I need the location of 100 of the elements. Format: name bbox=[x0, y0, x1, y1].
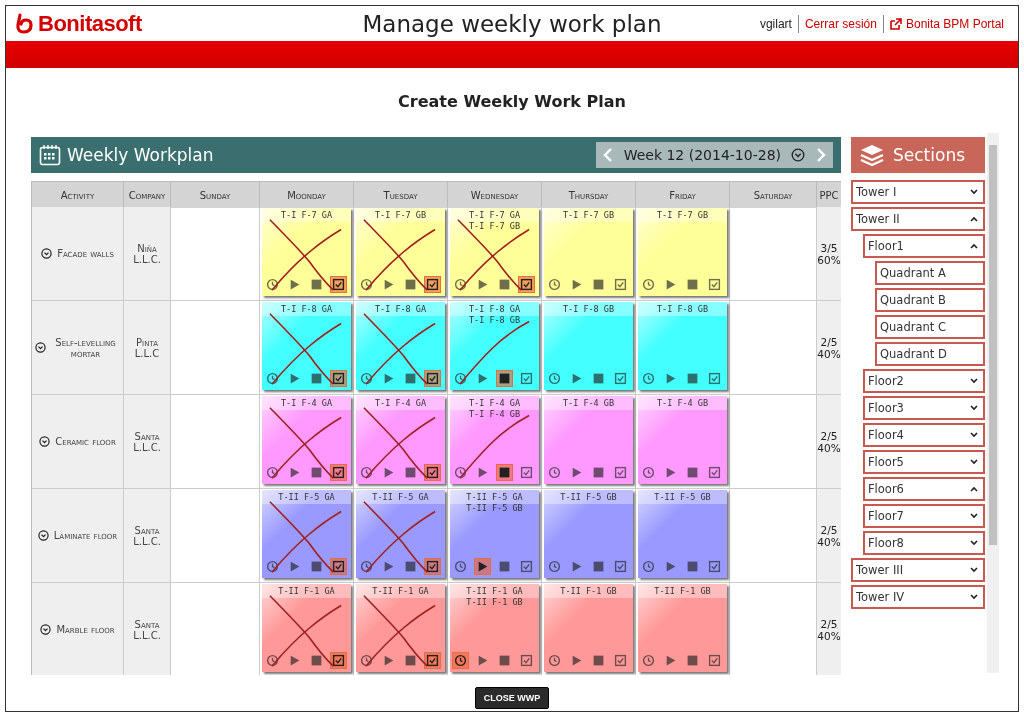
check-icon[interactable] bbox=[424, 652, 441, 669]
clock-icon[interactable] bbox=[264, 652, 281, 669]
stop-icon[interactable] bbox=[496, 464, 513, 481]
close-button[interactable]: CLOSE WWP bbox=[474, 687, 550, 709]
clock-icon[interactable] bbox=[358, 652, 375, 669]
sticky-note[interactable]: T-I F-7 GB bbox=[356, 208, 445, 296]
check-icon[interactable] bbox=[518, 370, 535, 387]
section-item[interactable]: Floor4 bbox=[863, 423, 985, 447]
sticky-note[interactable]: T-II F-5 GA bbox=[356, 490, 445, 578]
check-icon[interactable] bbox=[706, 652, 723, 669]
clock-icon[interactable] bbox=[452, 464, 469, 481]
sticky-note[interactable]: T-II F-1 GA bbox=[262, 584, 351, 672]
sticky-note[interactable]: T-II F-5 GB bbox=[544, 490, 633, 578]
section-item[interactable]: Quadrant D bbox=[875, 342, 985, 366]
clock-icon[interactable] bbox=[640, 276, 657, 293]
expand-icon[interactable] bbox=[40, 624, 52, 635]
check-icon[interactable] bbox=[330, 558, 347, 575]
section-item[interactable]: Floor7 bbox=[863, 504, 985, 528]
clock-icon[interactable] bbox=[546, 276, 563, 293]
clock-icon[interactable] bbox=[640, 652, 657, 669]
section-item[interactable]: Quadrant A bbox=[875, 261, 985, 285]
clock-icon[interactable] bbox=[640, 558, 657, 575]
scrollbar[interactable] bbox=[987, 133, 999, 673]
clock-icon[interactable] bbox=[264, 370, 281, 387]
clock-icon[interactable] bbox=[640, 464, 657, 481]
check-icon[interactable] bbox=[424, 276, 441, 293]
clock-icon[interactable] bbox=[452, 558, 469, 575]
section-item[interactable]: Tower IV bbox=[851, 585, 985, 609]
check-icon[interactable] bbox=[612, 370, 629, 387]
sticky-note[interactable]: T-I F-8 GB bbox=[638, 302, 727, 390]
check-icon[interactable] bbox=[612, 276, 629, 293]
section-item[interactable]: Floor8 bbox=[863, 531, 985, 555]
section-item[interactable]: Floor6 bbox=[863, 477, 985, 501]
check-icon[interactable] bbox=[706, 370, 723, 387]
clock-icon[interactable] bbox=[640, 370, 657, 387]
check-icon[interactable] bbox=[612, 558, 629, 575]
sticky-note[interactable]: T-II F-5 GB bbox=[638, 490, 727, 578]
check-icon[interactable] bbox=[424, 558, 441, 575]
portal-link[interactable]: Bonita BPM Portal bbox=[905, 16, 1004, 31]
check-icon[interactable] bbox=[330, 370, 347, 387]
sticky-note[interactable]: T-II F-1 GA T-II F-1 GB bbox=[450, 584, 539, 672]
sticky-note[interactable]: T-I F-7 GB bbox=[544, 208, 633, 296]
section-item[interactable]: Tower III bbox=[851, 558, 985, 582]
section-item[interactable]: Floor1 bbox=[863, 234, 985, 258]
check-icon[interactable] bbox=[518, 464, 535, 481]
sticky-note[interactable]: T-I F-8 GA T-I F-8 GB bbox=[450, 302, 539, 390]
check-icon[interactable] bbox=[424, 370, 441, 387]
section-item[interactable]: Floor5 bbox=[863, 450, 985, 474]
clock-icon[interactable] bbox=[452, 652, 469, 669]
sticky-note[interactable]: T-I F-4 GA bbox=[262, 396, 351, 484]
expand-icon[interactable] bbox=[37, 530, 49, 541]
expand-icon[interactable] bbox=[41, 248, 53, 259]
sticky-note[interactable]: T-I F-4 GB bbox=[638, 396, 727, 484]
clock-icon[interactable] bbox=[358, 276, 375, 293]
check-icon[interactable] bbox=[330, 464, 347, 481]
clock-icon[interactable] bbox=[264, 464, 281, 481]
check-icon[interactable] bbox=[612, 464, 629, 481]
check-icon[interactable] bbox=[706, 464, 723, 481]
section-item[interactable]: Floor3 bbox=[863, 396, 985, 420]
section-item[interactable]: Tower I bbox=[851, 180, 985, 204]
clock-icon[interactable] bbox=[546, 558, 563, 575]
check-icon[interactable] bbox=[518, 558, 535, 575]
clock-icon[interactable] bbox=[264, 558, 281, 575]
check-icon[interactable] bbox=[424, 464, 441, 481]
sticky-note[interactable]: T-I F-7 GA T-I F-7 GB bbox=[450, 208, 539, 296]
check-icon[interactable] bbox=[518, 276, 535, 293]
check-icon[interactable] bbox=[706, 276, 723, 293]
clock-icon[interactable] bbox=[358, 464, 375, 481]
sticky-note[interactable]: T-I F-8 GB bbox=[544, 302, 633, 390]
check-icon[interactable] bbox=[706, 558, 723, 575]
sticky-note[interactable]: T-I F-7 GB bbox=[638, 208, 727, 296]
check-icon[interactable] bbox=[330, 276, 347, 293]
expand-icon[interactable] bbox=[39, 436, 51, 447]
sticky-note[interactable]: T-I F-8 GA bbox=[262, 302, 351, 390]
sticky-note[interactable]: T-I F-4 GA T-I F-4 GB bbox=[450, 396, 539, 484]
sticky-note[interactable]: T-II F-5 GA bbox=[262, 490, 351, 578]
check-icon[interactable] bbox=[330, 652, 347, 669]
sticky-note[interactable]: T-II F-1 GA bbox=[356, 584, 445, 672]
sticky-note[interactable]: T-II F-1 GB bbox=[638, 584, 727, 672]
expand-icon[interactable] bbox=[35, 342, 46, 353]
section-item[interactable]: Floor2 bbox=[863, 369, 985, 393]
check-icon[interactable] bbox=[612, 652, 629, 669]
sticky-note[interactable]: T-II F-1 GB bbox=[544, 584, 633, 672]
sticky-note[interactable]: T-I F-8 GA bbox=[356, 302, 445, 390]
check-icon[interactable] bbox=[518, 652, 535, 669]
clock-icon[interactable] bbox=[452, 370, 469, 387]
week-label[interactable]: Week 12 (2014-10-28) bbox=[623, 147, 781, 163]
section-item[interactable]: Tower II bbox=[851, 207, 985, 231]
sticky-note[interactable]: T-I F-4 GB bbox=[544, 396, 633, 484]
clock-icon[interactable] bbox=[546, 652, 563, 669]
sticky-note[interactable]: T-I F-7 GA bbox=[262, 208, 351, 296]
sticky-note[interactable]: T-II F-5 GA T-II F-5 GB bbox=[450, 490, 539, 578]
clock-icon[interactable] bbox=[358, 370, 375, 387]
clock-icon[interactable] bbox=[546, 464, 563, 481]
section-item[interactable]: Quadrant C bbox=[875, 315, 985, 339]
clock-icon[interactable] bbox=[358, 558, 375, 575]
dropdown-icon[interactable] bbox=[791, 148, 805, 162]
logout-link[interactable]: Cerrar sesión bbox=[798, 16, 883, 31]
clock-icon[interactable] bbox=[264, 276, 281, 293]
play-icon[interactable] bbox=[474, 558, 491, 575]
